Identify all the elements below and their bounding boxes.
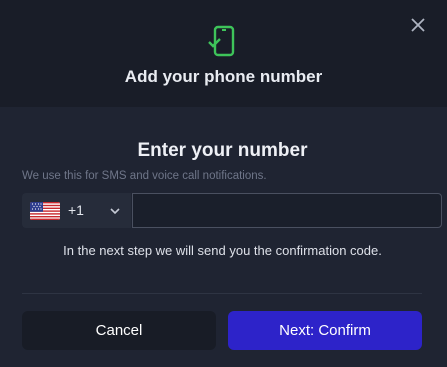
close-icon[interactable] xyxy=(407,14,429,36)
dialog-title: Add your phone number xyxy=(124,67,323,86)
country-code-select[interactable]: +1 xyxy=(22,193,131,228)
chevron-down-icon xyxy=(110,208,120,215)
next-confirm-button[interactable]: Next: Confirm xyxy=(228,311,422,350)
dialog-header: Add your phone number xyxy=(0,0,447,107)
cancel-button[interactable]: Cancel xyxy=(22,311,216,350)
confirmation-hint: In the next step we will send you the co… xyxy=(63,243,382,258)
us-flag-icon xyxy=(30,202,60,220)
phone-number-input[interactable] xyxy=(132,193,442,228)
phone-number-dialog: Add your phone number Enter your number … xyxy=(0,0,447,367)
dial-code: +1 xyxy=(68,202,84,218)
phone-check-icon xyxy=(208,25,235,57)
divider xyxy=(22,293,422,294)
form-subtitle: We use this for SMS and voice call notif… xyxy=(22,170,267,182)
form-title: Enter your number xyxy=(137,140,308,161)
